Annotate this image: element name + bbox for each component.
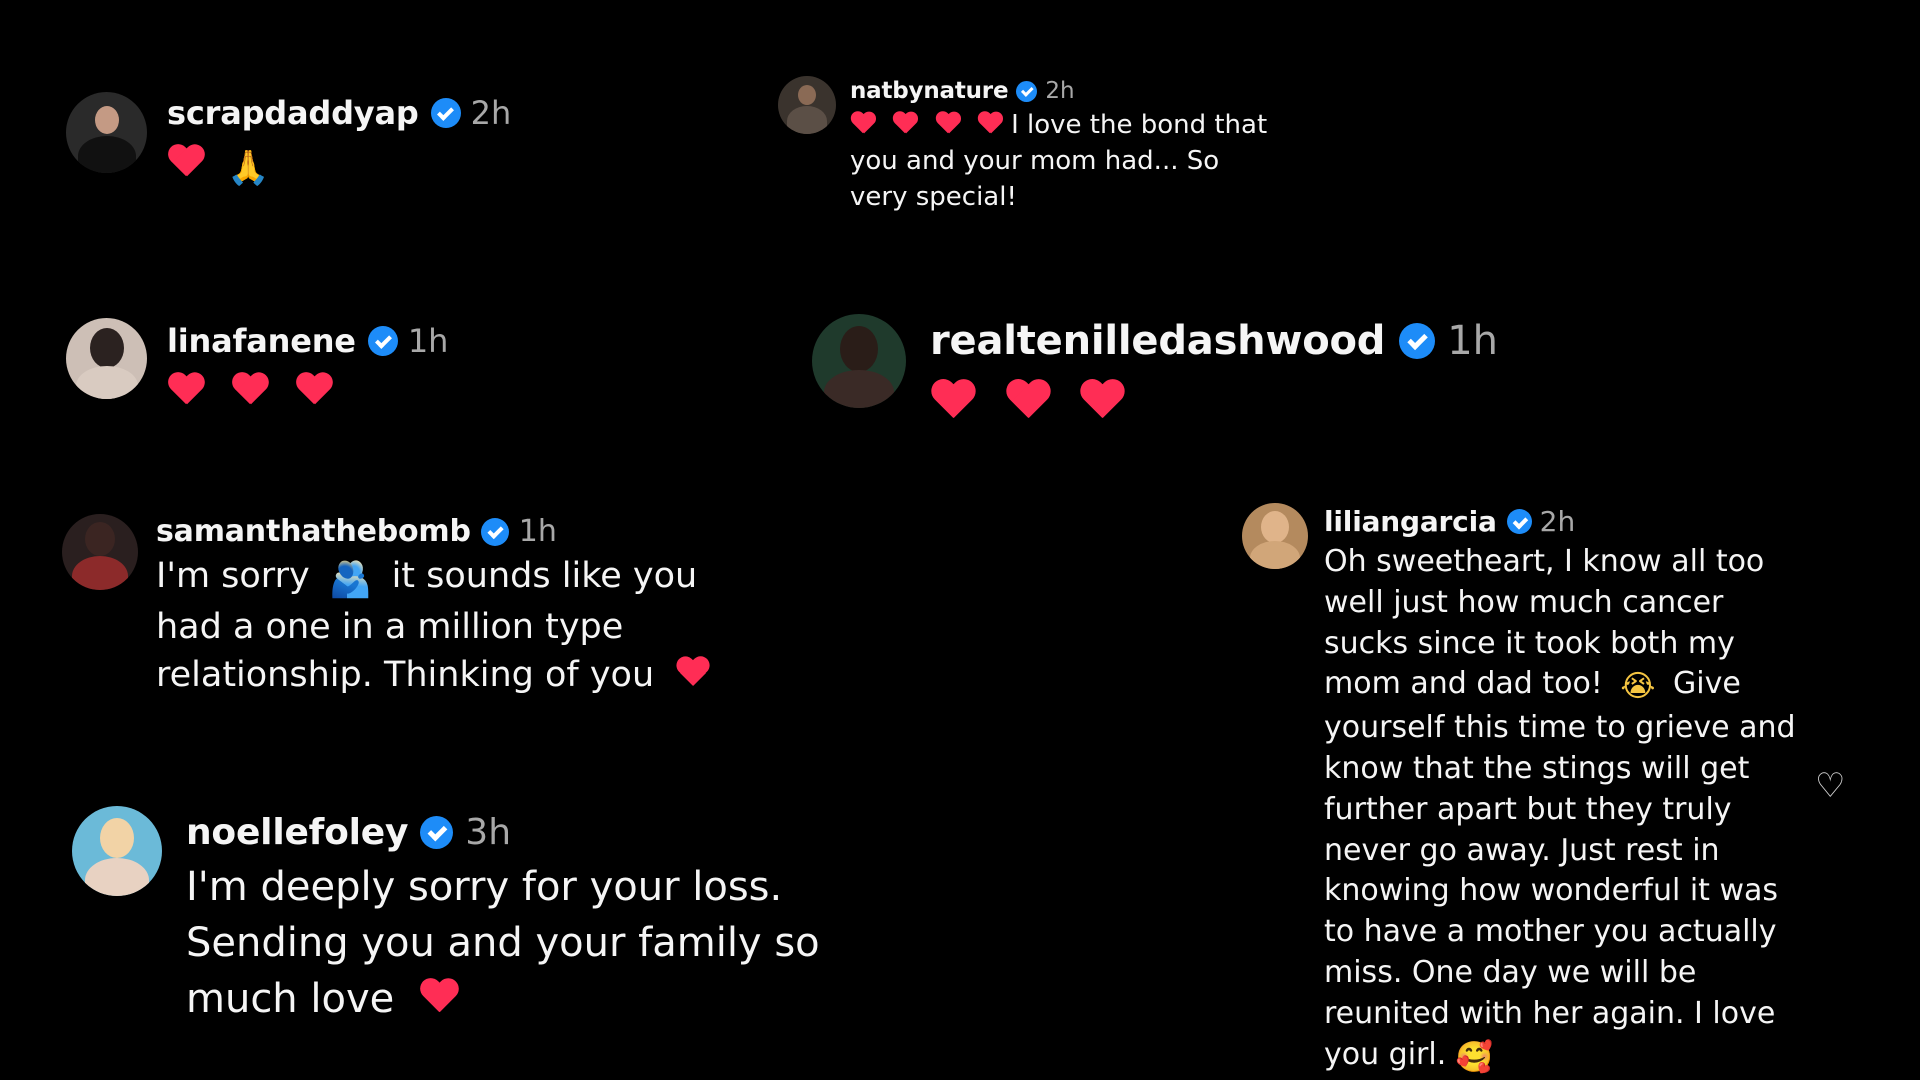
verified-badge-icon (1506, 509, 1532, 534)
username[interactable]: samanthathebomb (156, 514, 471, 549)
timestamp: 2h (1045, 78, 1075, 104)
comment-natbynature: natbynature 2h I love the bond that you … (778, 76, 1280, 216)
username[interactable]: natbynature (850, 78, 1009, 104)
red-heart-icon (675, 657, 710, 689)
timestamp: 1h (518, 514, 557, 549)
red-heart-icon (1079, 380, 1125, 421)
crying-face-icon: 😭 (1620, 669, 1656, 705)
comment-text: Oh sweetheart, I know all too well just … (1324, 542, 1804, 1078)
red-heart-icon (295, 373, 333, 407)
red-heart-icon (1005, 380, 1051, 421)
red-heart-icon (419, 979, 459, 1015)
comment-body: I'm deeply sorry for your loss. Sending … (186, 864, 820, 1022)
red-heart-icon (167, 145, 205, 179)
red-heart-icon (977, 112, 1003, 135)
comment-text: 🙏 (167, 140, 511, 190)
verified-badge-icon (480, 517, 509, 546)
verified-badge-icon (420, 816, 454, 849)
username[interactable]: liliangarcia (1324, 505, 1497, 538)
comment-text (930, 374, 1498, 432)
verified-badge-icon (1016, 80, 1038, 102)
verified-badge-icon (430, 98, 461, 128)
folded-hands-icon: 🙏 (227, 148, 270, 189)
username[interactable]: linafanene (167, 322, 356, 360)
red-heart-icon (231, 373, 269, 407)
timestamp: 2h (1539, 505, 1576, 538)
red-heart-icon (930, 380, 976, 421)
hugging-people-icon: 🫂 (328, 559, 373, 600)
avatar[interactable] (778, 76, 836, 134)
timestamp: 3h (465, 812, 512, 853)
avatar[interactable] (62, 514, 138, 590)
verified-badge-icon (367, 326, 398, 356)
like-heart-outline-icon[interactable]: ♡ (1815, 766, 1845, 806)
comment-noellefoley: noellefoley 3h I'm deeply sorry for your… (72, 806, 866, 1027)
comment-text: I love the bond that you and your mom ha… (850, 108, 1280, 216)
comment-body-part1: I'm sorry (156, 556, 310, 596)
comment-body-part2: Give yourself this time to grieve and kn… (1324, 666, 1796, 1072)
red-heart-icon (850, 112, 876, 135)
comment-scrapdaddyap: scrapdaddyap 2h 🙏 (66, 92, 511, 190)
username[interactable]: realtenilledashwood (930, 318, 1385, 364)
timestamp: 1h (1447, 318, 1499, 364)
username[interactable]: scrapdaddyap (167, 94, 419, 132)
comment-linafanene: linafanene 1h (66, 318, 448, 416)
comment-text (167, 368, 448, 416)
comment-text: I'm sorry 🫂 it sounds like you had a one… (156, 553, 716, 699)
verified-badge-icon (1399, 323, 1436, 359)
comment-samanthathebomb: samanthathebomb 1h I'm sorry 🫂 it sounds… (62, 514, 716, 699)
timestamp: 1h (407, 322, 449, 360)
comment-text: I'm deeply sorry for your loss. Sending … (186, 859, 866, 1027)
red-heart-icon (167, 373, 205, 407)
avatar[interactable] (66, 318, 147, 399)
timestamp: 2h (470, 94, 512, 132)
comment-liliangarcia: liliangarcia 2h Oh sweetheart, I know al… (1242, 503, 1804, 1078)
smiling-face-with-hearts-icon: 🥰 (1455, 1039, 1494, 1075)
comment-realtenilledashwood: realtenilledashwood 1h (812, 314, 1498, 432)
avatar[interactable] (72, 806, 162, 896)
avatar[interactable] (1242, 503, 1308, 569)
avatar[interactable] (66, 92, 147, 173)
red-heart-icon (935, 112, 961, 135)
avatar[interactable] (812, 314, 906, 408)
username[interactable]: noellefoley (186, 812, 408, 853)
red-heart-icon (892, 112, 918, 135)
